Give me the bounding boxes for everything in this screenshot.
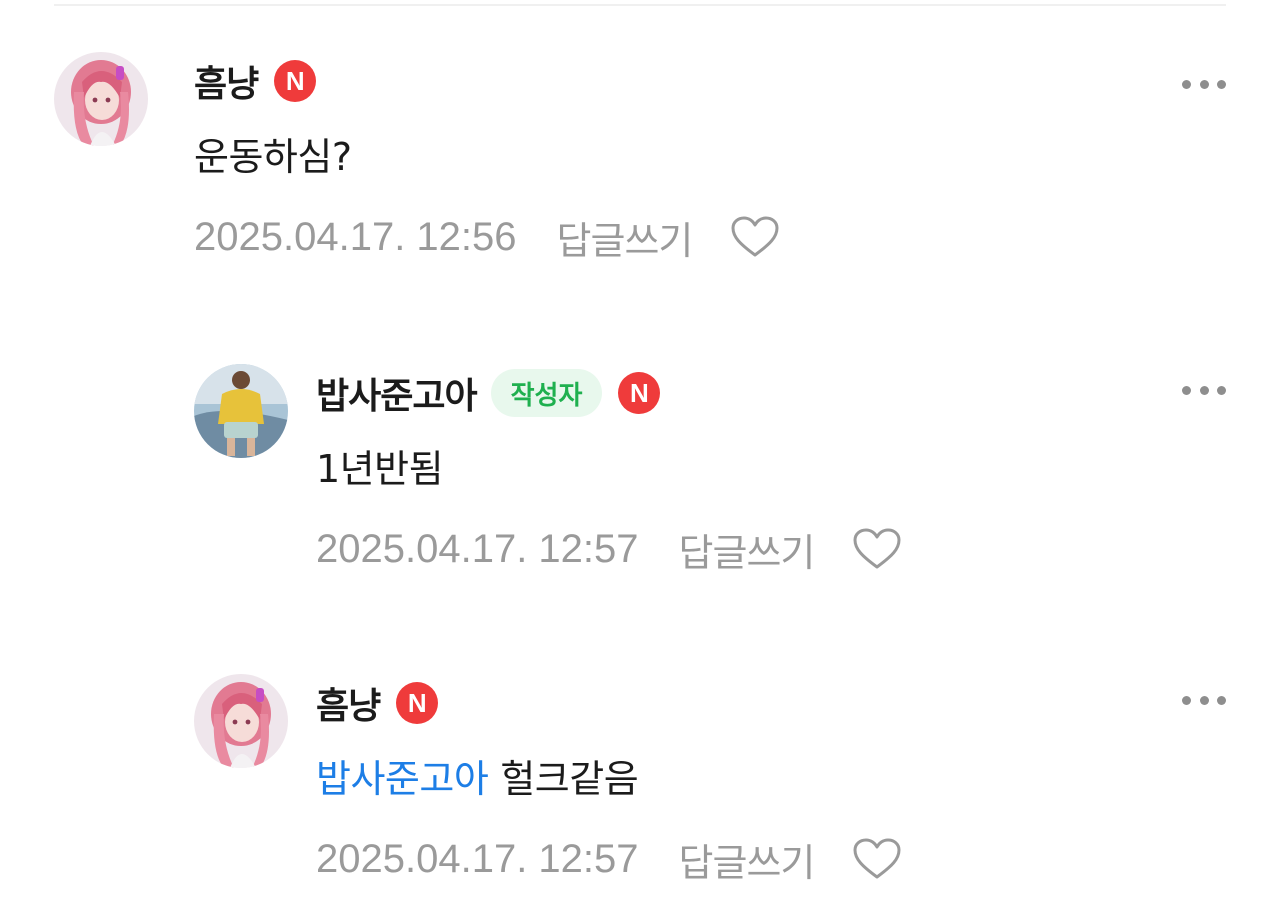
timestamp: 2025.04.17. 12:57 (316, 836, 639, 881)
heart-outline-icon[interactable] (852, 527, 902, 571)
anime-girl-avatar[interactable] (194, 674, 288, 768)
more-dots-icon[interactable] (1182, 76, 1226, 92)
n-badge-icon: N (396, 682, 439, 724)
comment-text: 1년반됨 (316, 444, 902, 494)
anime-girl-avatar[interactable] (54, 52, 148, 146)
more-dots-icon[interactable] (1182, 382, 1226, 398)
heart-outline-icon[interactable] (852, 837, 902, 881)
comment-text-body: 운동하심? (194, 135, 352, 179)
heart-outline-icon[interactable] (730, 215, 780, 259)
author-name[interactable]: 밥사준고아 (316, 367, 478, 419)
n-badge-icon: N (274, 60, 317, 102)
reply-button[interactable]: 답글쓰기 (557, 210, 694, 265)
author-name[interactable]: 흠냥 (316, 677, 381, 729)
comment-text: 밥사준고아 헐크같음 (316, 754, 902, 804)
mention-link[interactable]: 밥사준고아 (316, 757, 489, 801)
comment-text-body: 헐크같음 (500, 757, 639, 801)
timestamp: 2025.04.17. 12:57 (316, 526, 639, 571)
top-divider (54, 4, 1226, 6)
comment-text-body: 1년반됨 (316, 447, 444, 491)
timestamp: 2025.04.17. 12:56 (194, 214, 517, 259)
person-photo-avatar[interactable] (194, 364, 288, 458)
writer-badge: 작성자 (490, 369, 603, 417)
reply-button[interactable]: 답글쓰기 (679, 832, 816, 887)
more-dots-icon[interactable] (1182, 692, 1226, 708)
n-badge-icon: N (618, 372, 661, 414)
reply-button[interactable]: 답글쓰기 (679, 522, 816, 577)
author-name[interactable]: 흠냥 (194, 55, 259, 107)
comment-text: 운동하심? (194, 132, 780, 182)
